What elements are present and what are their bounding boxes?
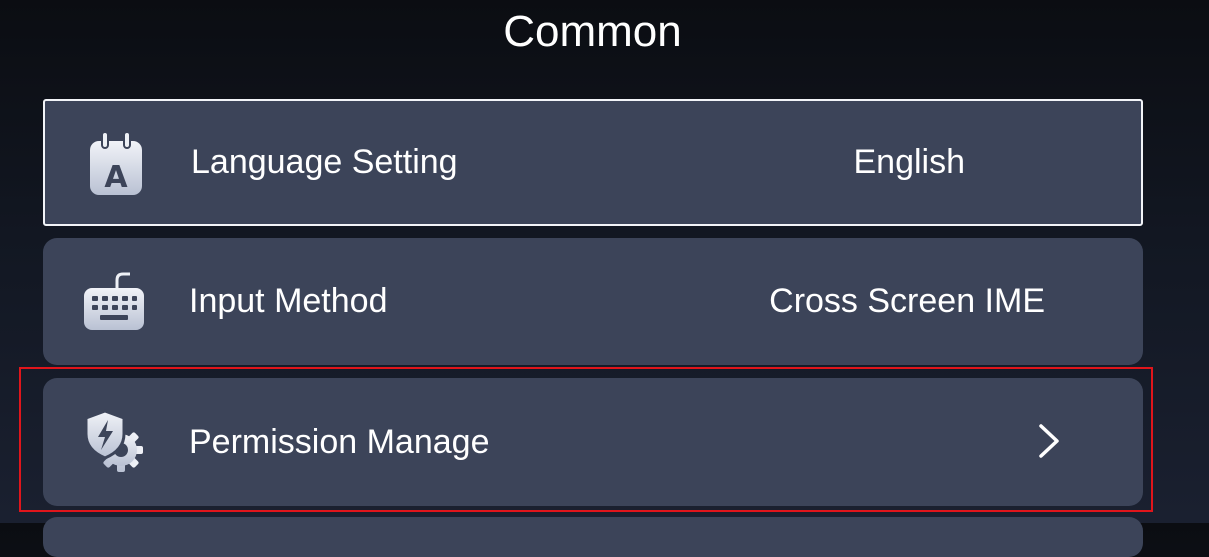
- input-method-label: Input Method: [189, 282, 388, 320]
- language-setting-value: English: [853, 143, 965, 181]
- language-setting-label: Language Setting: [191, 143, 458, 181]
- svg-text:A: A: [104, 160, 128, 195]
- permission-manage-item[interactable]: Permission Manage: [43, 378, 1143, 506]
- language-calendar-icon: A: [90, 131, 142, 195]
- next-settings-item[interactable]: [43, 517, 1143, 557]
- language-setting-item[interactable]: A Language Setting English: [43, 99, 1143, 226]
- input-method-item[interactable]: Input Method Cross Screen IME: [43, 238, 1143, 365]
- chevron-right-icon: [1039, 424, 1059, 458]
- permission-manage-label: Permission Manage: [189, 422, 490, 461]
- page-title: Common: [503, 7, 682, 56]
- keyboard-icon: [84, 272, 144, 330]
- shield-gear-icon: [84, 409, 143, 472]
- input-method-value: Cross Screen IME: [769, 282, 1045, 320]
